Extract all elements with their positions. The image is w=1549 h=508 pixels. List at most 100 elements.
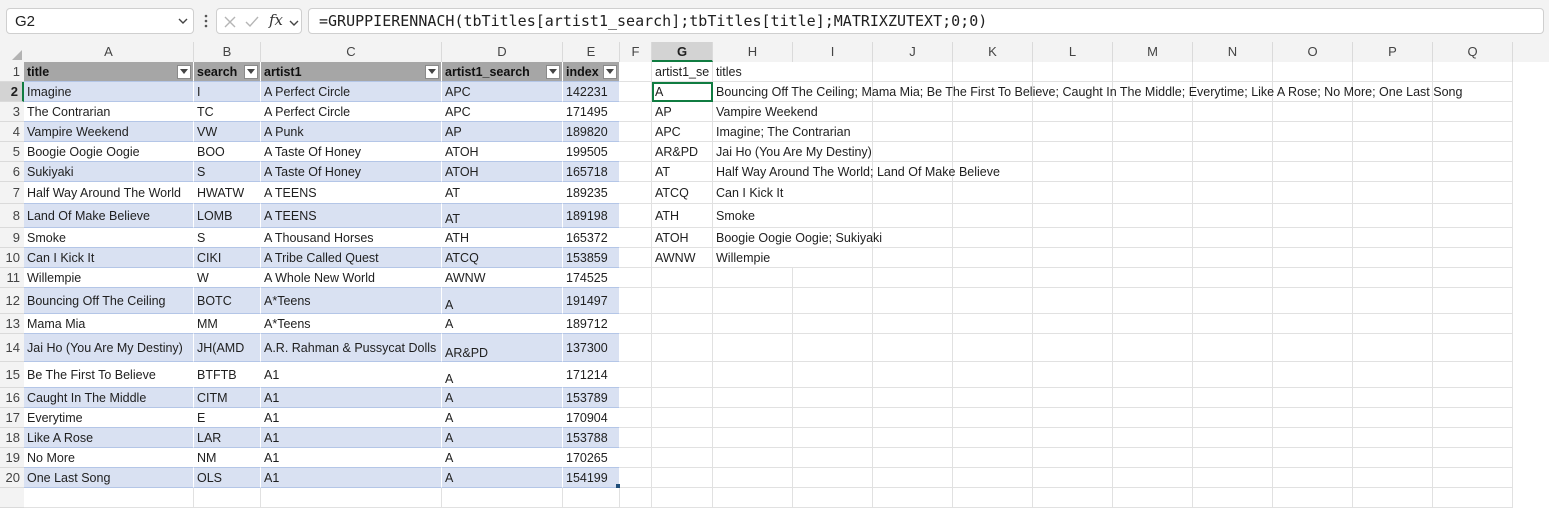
cell[interactable] <box>873 314 953 334</box>
artist1-search-cell[interactable]: AT <box>442 204 563 228</box>
title-cell[interactable]: Everytime <box>24 408 194 428</box>
cell[interactable] <box>1033 182 1113 204</box>
cell[interactable] <box>652 314 713 334</box>
index-cell[interactable]: 189712 <box>563 314 620 334</box>
column-header-q[interactable]: Q <box>1433 42 1513 62</box>
cell[interactable] <box>1193 428 1273 448</box>
cell[interactable] <box>620 122 652 142</box>
cell[interactable] <box>620 314 652 334</box>
result-titles-cell[interactable]: Vampire Weekend <box>713 102 818 122</box>
cell[interactable] <box>873 248 953 268</box>
row-header-11[interactable]: 11 <box>0 268 24 288</box>
cell[interactable] <box>24 488 194 508</box>
cell[interactable] <box>620 268 652 288</box>
cell[interactable] <box>793 268 873 288</box>
column-header-r[interactable] <box>1513 42 1549 62</box>
filter-dropdown-icon[interactable] <box>177 65 191 79</box>
search-cell[interactable]: S <box>194 228 261 248</box>
cell[interactable] <box>1193 488 1273 508</box>
cell[interactable] <box>1353 142 1433 162</box>
cell[interactable] <box>1033 204 1113 228</box>
cell[interactable] <box>1433 122 1513 142</box>
result-titles-cell[interactable]: Willempie <box>713 248 793 268</box>
artist1-cell[interactable]: A Whole New World <box>261 268 442 288</box>
cell[interactable] <box>793 408 873 428</box>
cell[interactable] <box>620 334 652 362</box>
cell[interactable] <box>1433 228 1513 248</box>
cell[interactable] <box>1353 288 1433 314</box>
artist1-cell[interactable]: A1 <box>261 362 442 388</box>
cell[interactable] <box>1113 428 1193 448</box>
cell[interactable] <box>1033 268 1113 288</box>
search-cell[interactable]: CITM <box>194 388 261 408</box>
search-cell[interactable]: CIKI <box>194 248 261 268</box>
cell[interactable] <box>652 268 713 288</box>
cell[interactable] <box>620 448 652 468</box>
artist1-search-cell[interactable]: ATCQ <box>442 248 563 268</box>
title-cell[interactable]: Bouncing Off The Ceiling <box>24 288 194 314</box>
worksheet-grid[interactable]: A B C D E F G H I J K L M N O P Q 1 2 3 4 5 6 7 8 9 10 11 12 13 14 15 16… <box>0 42 1549 508</box>
cell[interactable] <box>1433 408 1513 428</box>
row-header-12[interactable]: 12 <box>0 288 24 314</box>
row-header-3[interactable]: 3 <box>0 102 24 122</box>
cell[interactable] <box>713 408 793 428</box>
cell[interactable] <box>1353 428 1433 448</box>
index-cell[interactable]: 137300 <box>563 334 620 362</box>
cell[interactable] <box>1273 448 1353 468</box>
cell[interactable] <box>1433 62 1513 82</box>
index-cell[interactable]: 189820 <box>563 122 620 142</box>
cell[interactable] <box>713 448 793 468</box>
cancel-x-icon[interactable] <box>223 15 237 29</box>
index-cell[interactable]: 170265 <box>563 448 620 468</box>
cell[interactable] <box>1273 248 1353 268</box>
cell[interactable] <box>1433 314 1513 334</box>
cell[interactable] <box>713 468 793 488</box>
artist1-cell[interactable]: A.R. Rahman & Pussycat Dolls <box>261 334 442 362</box>
result-key-cell[interactable]: ATCQ <box>652 182 713 204</box>
cell[interactable] <box>1113 362 1193 388</box>
cell[interactable] <box>1113 62 1193 82</box>
artist1-cell[interactable]: A1 <box>261 448 442 468</box>
cell[interactable] <box>793 62 873 82</box>
cell[interactable] <box>261 488 442 508</box>
artist1-cell[interactable]: A Taste Of Honey <box>261 142 442 162</box>
cell[interactable] <box>793 362 873 388</box>
cell[interactable] <box>1113 182 1193 204</box>
cell[interactable] <box>1433 142 1513 162</box>
artist1-search-cell[interactable]: APC <box>442 102 563 122</box>
artist1-cell[interactable]: A TEENS <box>261 204 442 228</box>
row-header-19[interactable]: 19 <box>0 448 24 468</box>
cell[interactable] <box>1273 182 1353 204</box>
cell[interactable] <box>1033 362 1113 388</box>
cell[interactable] <box>713 334 793 362</box>
cell[interactable] <box>1193 334 1273 362</box>
cell[interactable] <box>1273 468 1353 488</box>
cell[interactable] <box>873 182 953 204</box>
cell[interactable] <box>1033 102 1113 122</box>
row-header-20[interactable]: 20 <box>0 468 24 488</box>
cell[interactable] <box>953 122 1033 142</box>
cell[interactable] <box>1433 248 1513 268</box>
cell[interactable] <box>620 182 652 204</box>
cell[interactable] <box>1353 182 1433 204</box>
name-box[interactable]: G2 <box>6 8 194 34</box>
cell[interactable] <box>563 488 620 508</box>
artist1-cell[interactable]: A Punk <box>261 122 442 142</box>
insert-function-button[interactable]: fx <box>269 11 283 29</box>
title-cell[interactable]: Half Way Around The World <box>24 182 194 204</box>
row-header[interactable] <box>0 488 24 508</box>
cell[interactable] <box>1113 228 1193 248</box>
cell[interactable] <box>1113 408 1193 428</box>
cell[interactable] <box>1033 388 1113 408</box>
formula-input[interactable]: =GRUPPIERENNACH(tbTitles[artist1_search]… <box>308 8 1544 34</box>
cell[interactable] <box>953 204 1033 228</box>
cell[interactable] <box>953 62 1033 82</box>
cell[interactable] <box>1353 388 1433 408</box>
result-titles-cell[interactable]: Imagine; The Contrarian <box>713 122 851 142</box>
cell[interactable] <box>1433 204 1513 228</box>
result-key-cell[interactable]: APC <box>652 122 713 142</box>
search-cell[interactable]: MM <box>194 314 261 334</box>
cell[interactable] <box>1353 448 1433 468</box>
cell[interactable] <box>194 488 261 508</box>
cell[interactable] <box>1273 228 1353 248</box>
